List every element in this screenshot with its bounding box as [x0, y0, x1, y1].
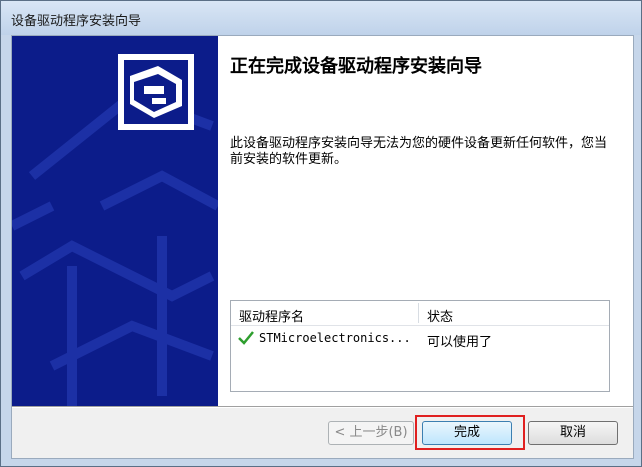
column-header-driver-name[interactable]: 驱动程序名 [239, 306, 304, 325]
title-bar[interactable]: 设备驱动程序安装向导 [1, 1, 641, 35]
page-title: 正在完成设备驱动程序安装向导 [230, 56, 482, 77]
column-header-status[interactable]: 状态 [427, 306, 453, 325]
driver-status: 可以使用了 [427, 335, 493, 350]
cancel-button[interactable]: 取消 [528, 421, 618, 445]
window-title: 设备驱动程序安装向导 [11, 14, 142, 29]
list-item[interactable]: STMicroelectronics... 可以使用了 [231, 329, 609, 350]
wizard-content: 正在完成设备驱动程序安装向导 此设备驱动程序安装向导无法为您的硬件设备更新任何软… [218, 36, 633, 406]
wizard-banner [12, 36, 218, 406]
device-icon [118, 54, 194, 130]
driver-list-header: 驱动程序名 状态 [231, 301, 609, 326]
column-divider[interactable] [418, 303, 419, 323]
driver-list[interactable]: 驱动程序名 状态 STMicroelectronics... 可以使用了 [230, 300, 610, 392]
wizard-window: 设备驱动程序安装向导 正在完成设备驱动程序安装向导 此设备驱动程序安装向导无法为… [0, 0, 642, 467]
finish-highlight-box [415, 415, 525, 450]
footer-divider [12, 406, 633, 408]
banner-graphic [12, 54, 218, 406]
check-icon [238, 331, 254, 345]
wizard-client-area: 正在完成设备驱动程序安装向导 此设备驱动程序安装向导无法为您的硬件设备更新任何软… [11, 35, 634, 459]
driver-name: STMicroelectronics... [259, 331, 411, 345]
page-description: 此设备驱动程序安装向导无法为您的硬件设备更新任何软件，您当前安装的软件更新。 [230, 136, 608, 167]
back-button[interactable]: < 上一步(B) [328, 421, 414, 445]
